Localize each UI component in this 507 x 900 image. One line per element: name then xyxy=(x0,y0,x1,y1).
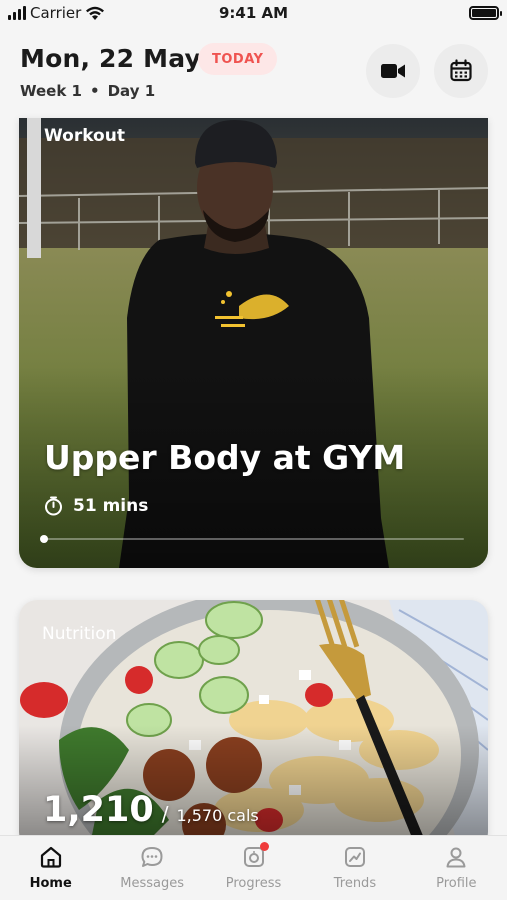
tab-bar: Home Messages Progress Trends Profile xyxy=(0,835,507,900)
tab-trends[interactable]: Trends xyxy=(304,836,405,900)
page-title: Mon, 22 May xyxy=(20,44,202,73)
video-call-button[interactable] xyxy=(366,44,420,98)
battery-icon xyxy=(469,6,502,20)
tab-label-profile: Profile xyxy=(436,876,477,891)
tab-label-messages: Messages xyxy=(120,876,184,891)
calendar-icon xyxy=(450,59,472,82)
header: Mon, 22 May TODAY Week 1 • Day 1 xyxy=(0,26,507,116)
status-time: 9:41 AM xyxy=(218,4,289,22)
separator-dot: • xyxy=(90,82,100,100)
calories-goal: 1,570 cals xyxy=(176,806,259,825)
person-icon xyxy=(443,844,469,870)
tab-profile[interactable]: Profile xyxy=(406,836,507,900)
video-camera-icon xyxy=(381,64,405,78)
progress-notification-dot xyxy=(259,842,269,851)
workout-duration: 51 mins xyxy=(44,496,148,516)
nutrition-card[interactable]: Nutrition 1,210 / 1,570 cals xyxy=(19,600,488,850)
tab-label-trends: Trends xyxy=(333,876,377,891)
nutrition-label: Nutrition xyxy=(42,624,117,644)
workout-title: Upper Body at GYM xyxy=(44,438,406,477)
day-label: Day 1 xyxy=(107,82,156,100)
calories-slash: / xyxy=(161,802,169,826)
week-label: Week 1 xyxy=(20,82,82,100)
calorie-summary: 1,210 / 1,570 cals xyxy=(43,790,259,830)
status-bar: Carrier 9:41 AM xyxy=(0,0,507,26)
workout-progress-knob[interactable] xyxy=(40,535,48,543)
home-icon xyxy=(38,844,64,870)
tab-label-progress: Progress xyxy=(225,876,282,891)
tab-messages[interactable]: Messages xyxy=(101,836,202,900)
chat-bubble-icon xyxy=(139,844,165,870)
calendar-button[interactable] xyxy=(434,44,488,98)
tab-label-home: Home xyxy=(29,876,72,891)
tab-home[interactable]: Home xyxy=(0,836,101,900)
duration-label: 51 mins xyxy=(73,496,149,516)
workout-progress-bar xyxy=(40,535,464,543)
calories-consumed: 1,210 xyxy=(43,790,154,830)
workout-label: Workout xyxy=(44,126,125,146)
stopwatch-icon xyxy=(45,496,62,516)
workout-card[interactable]: Workout Upper Body at GYM 51 mins xyxy=(19,118,488,568)
week-day-indicator: Week 1 • Day 1 xyxy=(20,82,155,100)
tab-progress[interactable]: Progress xyxy=(203,836,304,900)
trend-chart-icon xyxy=(342,844,368,870)
today-badge[interactable]: TODAY xyxy=(198,43,278,75)
camera-progress-icon xyxy=(241,842,269,870)
